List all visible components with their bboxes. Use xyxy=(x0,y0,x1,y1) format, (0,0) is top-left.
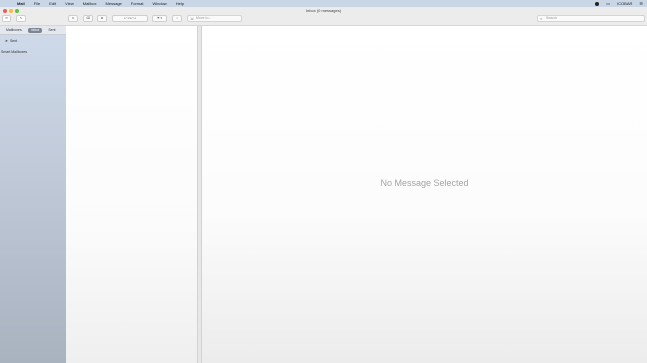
reply-group[interactable]: ↩ ↩↩ ↪ xyxy=(112,15,148,22)
sidebar-section-smart-mailboxes[interactable]: Smart Mailboxes xyxy=(1,50,27,54)
control-center-icon[interactable]: ☰ xyxy=(639,0,643,7)
sidebar-item-sent[interactable]: ➤ Sent xyxy=(5,39,17,43)
delete-button[interactable]: ⌫ xyxy=(83,15,93,22)
move-icon: ⇲ xyxy=(190,16,194,21)
junk-button[interactable]: ⊠ xyxy=(97,15,107,22)
sidebar-item-label: Sent xyxy=(9,39,18,43)
no-message-selected-text: No Message Selected xyxy=(380,178,469,188)
menu-help[interactable]: Help xyxy=(176,0,184,7)
clock-text[interactable]: ICOBAR xyxy=(617,0,632,7)
battery-icon[interactable]: ▭ xyxy=(606,0,610,7)
menu-edit[interactable]: Edit xyxy=(49,0,56,7)
window-title: Inbox (0 messages) xyxy=(305,8,342,13)
window-toolbar: Inbox (0 messages) ✉ ✎ ⊡ ⌫ ⊠ ↩ ↩↩ ↪ ⚑ ▾ … xyxy=(0,7,647,26)
menu-window[interactable]: Window xyxy=(152,0,166,7)
message-list[interactable] xyxy=(66,26,197,363)
tab-mailboxes[interactable]: Mailboxes xyxy=(3,28,25,33)
move-to-field[interactable]: ⇲ Move to... xyxy=(187,15,242,22)
favorites-bar: Mailboxes Inbox Sent xyxy=(0,26,66,35)
menu-bar: Mail File Edit View Mailbox Message Form… xyxy=(0,0,647,7)
move-placeholder: Move to... xyxy=(196,16,212,20)
flag-button[interactable]: ⚑ ▾ xyxy=(152,15,167,22)
search-field[interactable]: ⌕ Search xyxy=(537,15,645,22)
tab-inbox[interactable]: Inbox xyxy=(27,27,43,33)
paper-plane-icon: ➤ xyxy=(5,39,8,43)
message-viewer: No Message Selected xyxy=(202,26,647,363)
mute-button[interactable]: ♪ xyxy=(172,15,182,22)
tab-sent[interactable]: Sent xyxy=(45,28,58,33)
menu-format[interactable]: Format xyxy=(131,0,144,7)
mailbox-sidebar: Mailboxes Inbox Sent ➤ Sent Smart Mailbox… xyxy=(0,26,66,363)
get-mail-button[interactable]: ✉ xyxy=(2,15,11,22)
archive-button[interactable]: ⊡ xyxy=(68,15,78,22)
compose-button[interactable]: ✎ xyxy=(16,15,26,22)
menu-message[interactable]: Message xyxy=(106,0,122,7)
status-area: ▭ ICOBAR ☰ xyxy=(595,0,643,7)
search-placeholder: Search xyxy=(546,16,558,20)
record-icon[interactable] xyxy=(595,1,600,6)
search-icon: ⌕ xyxy=(540,16,543,21)
menu-file[interactable]: File xyxy=(34,0,40,7)
menu-view[interactable]: View xyxy=(65,0,74,7)
menu-mail[interactable]: Mail xyxy=(17,0,25,7)
menu-mailbox[interactable]: Mailbox xyxy=(83,0,97,7)
